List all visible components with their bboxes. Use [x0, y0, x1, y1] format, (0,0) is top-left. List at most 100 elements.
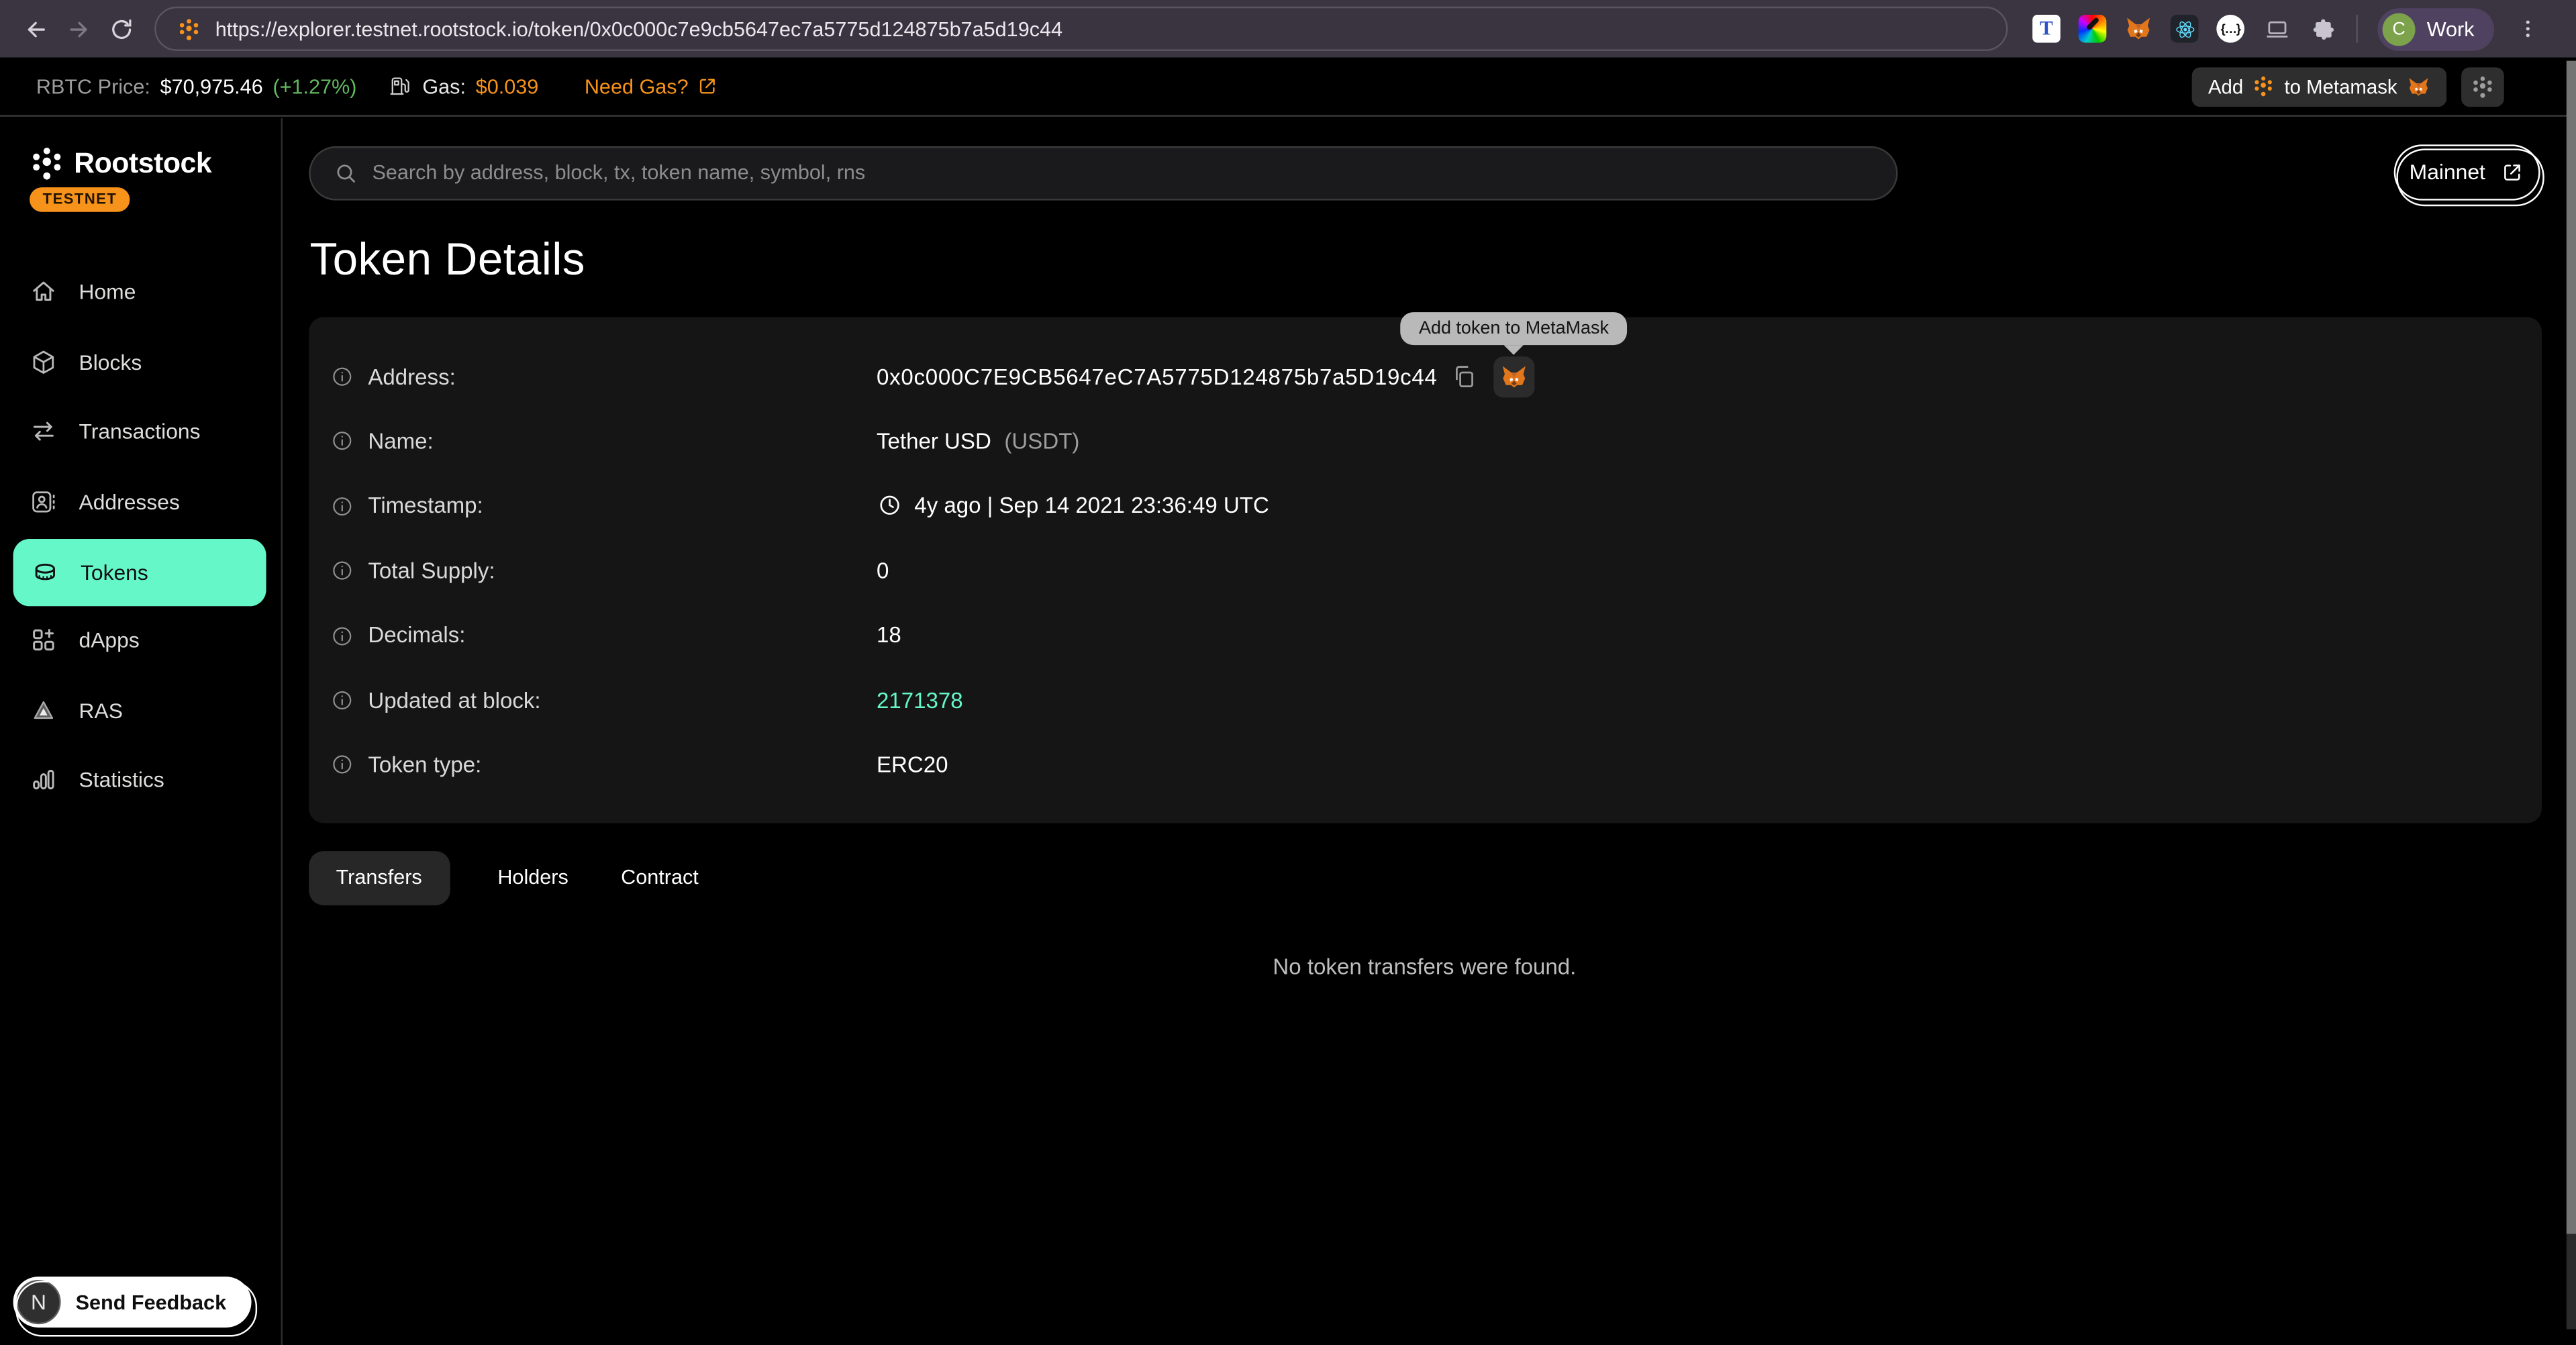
info-icon[interactable]: [330, 624, 353, 647]
rbtc-price-value: $70,975.46: [160, 74, 263, 97]
sidebar-item-label: Statistics: [79, 768, 164, 793]
search-icon: [333, 160, 358, 185]
external-link-icon: [697, 76, 718, 97]
tab-transfers[interactable]: Transfers: [308, 850, 450, 905]
sidebar: Rootstock TESTNET Home Blocks Transactio…: [0, 117, 282, 1345]
token-address: 0x0c000C7E9CB5647eC7A5775D124875b7a5D19c…: [877, 364, 1438, 389]
fox-icon: [2124, 15, 2152, 43]
feedback-label: Send Feedback: [76, 1291, 226, 1313]
browser-window: https://explorer.testnet.rootstock.io/to…: [0, 0, 2576, 1345]
metamask-fox-icon: [2407, 74, 2430, 97]
total-supply-value: 0: [877, 558, 889, 583]
token-symbol: (USDT): [1004, 429, 1079, 454]
sidebar-item-statistics[interactable]: Statistics: [0, 745, 280, 815]
cube-icon: [30, 348, 58, 376]
rbtc-price-change: (+1.27%): [273, 74, 356, 97]
testnet-badge: TESTNET: [30, 187, 130, 211]
sidebar-item-ras[interactable]: RAS: [0, 675, 280, 745]
color-picker-extension-icon[interactable]: [2079, 15, 2107, 43]
info-icon[interactable]: [330, 494, 353, 517]
info-icon[interactable]: [330, 753, 353, 777]
sidebar-item-transactions[interactable]: Transactions: [0, 397, 280, 466]
detail-row-decimals: Decimals: 18: [330, 603, 2541, 668]
sidebar-item-label: dApps: [79, 628, 140, 653]
send-feedback-button[interactable]: N Send Feedback: [13, 1277, 251, 1328]
brand-name: Rootstock: [74, 146, 211, 180]
contact-card-icon: [30, 487, 58, 515]
metamask-extension-icon[interactable]: [2124, 15, 2152, 43]
stats-bar: RBTC Price: $70,975.46 (+1.27%) Gas: $0.…: [0, 58, 2576, 117]
sidebar-item-home[interactable]: Home: [0, 257, 280, 327]
json-viewer-extension-icon[interactable]: {…}: [2216, 15, 2244, 43]
search-bar[interactable]: [308, 146, 1897, 200]
main-content: Mainnet Token Details Address: 0x0c000C7…: [282, 117, 2576, 1345]
info-icon[interactable]: [330, 364, 353, 388]
sidebar-item-blocks[interactable]: Blocks: [0, 327, 280, 397]
browser-profile-button[interactable]: C Work: [2377, 7, 2494, 50]
token-details-card: Address: 0x0c000C7E9CB5647eC7A5775D12487…: [308, 316, 2541, 822]
decimals-value: 18: [877, 623, 901, 648]
decimals-label: Decimals:: [368, 623, 465, 648]
add-label: Add: [2208, 74, 2243, 97]
responsive-viewer-extension-icon[interactable]: [2263, 15, 2291, 43]
rbtc-price-label: RBTC Price:: [36, 74, 150, 97]
atom-icon: [2173, 17, 2195, 40]
sidebar-item-dapps[interactable]: dApps: [0, 605, 280, 675]
url-text: https://explorer.testnet.rootstock.io/to…: [215, 17, 1062, 40]
name-label: Name:: [368, 429, 433, 454]
address-label: Address:: [368, 364, 455, 389]
sidebar-item-label: Transactions: [79, 419, 201, 444]
info-icon[interactable]: [330, 688, 353, 711]
token-type-value: ERC20: [877, 752, 948, 777]
sidebar-item-label: RAS: [79, 698, 123, 723]
brand-block[interactable]: Rootstock TESTNET: [0, 117, 280, 212]
extensions-menu-icon[interactable]: [2308, 15, 2336, 43]
add-rbtc-to-metamask-button[interactable]: Add to Metamask: [2191, 66, 2446, 106]
browser-back-button[interactable]: [15, 7, 58, 50]
react-devtools-extension-icon[interactable]: [2171, 15, 2199, 43]
gas-label: Gas:: [422, 74, 466, 97]
profile-avatar: C: [2383, 12, 2416, 45]
extension-icons: T {…}: [2032, 15, 2336, 43]
scrollbar-thumb[interactable]: [2567, 61, 2575, 1234]
browser-menu-button[interactable]: [2507, 7, 2550, 50]
info-icon[interactable]: [330, 430, 353, 453]
mainnet-label: Mainnet: [2410, 159, 2485, 184]
info-icon[interactable]: [330, 559, 353, 583]
detail-row-total-supply: Total Supply: 0: [330, 538, 2541, 603]
home-icon: [30, 278, 58, 306]
sidebar-item-label: Tokens: [81, 560, 148, 585]
forward-arrow-icon: [66, 15, 92, 42]
clock-icon: [877, 494, 901, 519]
metamask-tooltip: Add token to MetaMask: [1401, 311, 1627, 344]
need-gas-link[interactable]: Need Gas?: [585, 74, 718, 97]
empty-transfers-message: No token transfers were found.: [308, 954, 2541, 979]
browser-refresh-button[interactable]: [100, 7, 143, 50]
sidebar-item-tokens[interactable]: Tokens: [13, 538, 266, 605]
stats-bar-actions: Add to Metamask: [2191, 66, 2504, 106]
metamask-fox-icon: [1500, 362, 1528, 391]
kebab-menu-icon: [2516, 16, 2541, 41]
need-gas-label: Need Gas?: [585, 74, 689, 97]
sidebar-item-addresses[interactable]: Addresses: [0, 466, 280, 536]
timestamp-value: 4y ago | Sep 14 2021 23:36:49 UTC: [914, 494, 1269, 519]
gas-pump-icon: [388, 74, 413, 99]
browser-forward-button[interactable]: [58, 7, 101, 50]
scrollbar-track: [2567, 1234, 2575, 1329]
tab-holders[interactable]: Holders: [493, 850, 573, 905]
rootstock-settings-button[interactable]: [2461, 66, 2504, 106]
token-type-label: Token type:: [368, 752, 481, 777]
updated-at-block-link[interactable]: 2171378: [877, 688, 963, 713]
laptop-icon: [2263, 15, 2289, 42]
copy-address-button[interactable]: [1450, 362, 1480, 391]
rootstock-logo-icon: [2253, 76, 2275, 97]
token-name: Tether USD: [877, 429, 991, 454]
add-token-to-metamask-button[interactable]: Add token to MetaMask: [1493, 356, 1534, 397]
detail-row-address: Address: 0x0c000C7E9CB5647eC7A5775D12487…: [330, 344, 2541, 409]
mainnet-switch-button[interactable]: Mainnet: [2393, 144, 2540, 199]
text-tool-extension-icon[interactable]: T: [2032, 15, 2061, 43]
updated-at-block-label: Updated at block:: [368, 688, 540, 713]
tab-contract[interactable]: Contract: [616, 850, 703, 905]
search-input[interactable]: [372, 161, 1872, 184]
address-bar[interactable]: https://explorer.testnet.rootstock.io/to…: [154, 7, 2008, 51]
